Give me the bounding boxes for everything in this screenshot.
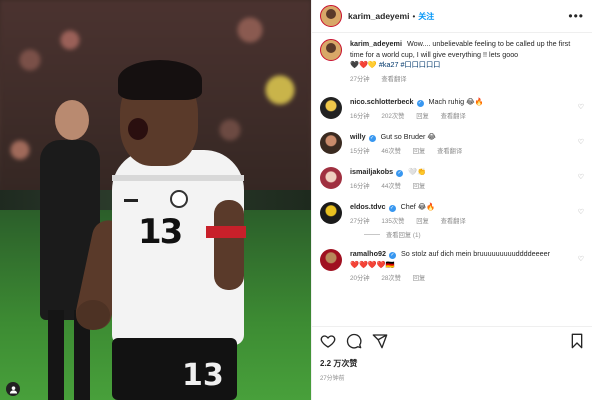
- like-heart-icon[interactable]: [320, 333, 336, 349]
- commenter-avatar[interactable]: [320, 167, 342, 189]
- comment-row: willy ✓ Gut so Bruder 😂 15分钟 46次赞 回复 查看翻译…: [320, 132, 584, 157]
- comment-username[interactable]: ramalho92: [350, 249, 386, 258]
- caption-translate[interactable]: 查看翻译: [381, 76, 406, 83]
- comment-text: Chef 😂🔥: [400, 202, 436, 211]
- reply-button[interactable]: 回复: [416, 218, 429, 225]
- reply-button[interactable]: 回复: [413, 275, 426, 282]
- post-image[interactable]: 13 13: [0, 0, 311, 400]
- author-avatar[interactable]: [320, 5, 342, 27]
- shirt-stripe: [112, 175, 244, 181]
- separator-dot: •: [412, 11, 416, 21]
- comment-likes[interactable]: 202次赞: [381, 113, 404, 120]
- caption-hashtags[interactable]: #ka27 #口口口口口: [379, 60, 441, 69]
- like-comment-heart-icon[interactable]: ♡: [578, 173, 584, 181]
- translate-button[interactable]: 查看翻译: [437, 148, 462, 155]
- adidas-logo-icon: [124, 192, 138, 202]
- comment-text: Gut so Bruder 😂: [380, 132, 436, 141]
- comment-emojis: ❤️❤️❤️❤️🇩🇪: [350, 259, 395, 269]
- like-comment-heart-icon[interactable]: ♡: [578, 255, 584, 263]
- author-username[interactable]: karim_adeyemi: [348, 11, 409, 21]
- comment-username[interactable]: eldos.tdvc: [350, 202, 386, 211]
- comment-username[interactable]: ismailjakobs: [350, 167, 393, 176]
- comment-text: Mach ruhig 😂🔥: [428, 97, 484, 106]
- follow-button[interactable]: 关注: [418, 11, 434, 22]
- verified-badge-icon: ✓: [388, 252, 396, 259]
- commenter-avatar[interactable]: [320, 249, 342, 271]
- verified-badge-icon: ✓: [388, 205, 396, 212]
- tagged-user-icon[interactable]: [6, 382, 20, 396]
- post-header: karim_adeyemi • 关注 •••: [312, 0, 592, 33]
- comment-username[interactable]: willy: [350, 132, 366, 141]
- comment-icon[interactable]: [346, 333, 362, 349]
- comment-text: So stolz auf dich mein bruuuuuuuuuddddee…: [400, 249, 551, 258]
- commenter-avatar[interactable]: [320, 97, 342, 119]
- translate-button[interactable]: 查看翻译: [441, 218, 466, 225]
- comment-username[interactable]: nico.schlotterbeck: [350, 97, 414, 106]
- reply-button[interactable]: 回复: [413, 148, 426, 155]
- verified-badge-icon: ✓: [368, 135, 376, 142]
- comment-time: 27分钟: [350, 217, 370, 225]
- player-arm: [214, 200, 244, 290]
- reply-button[interactable]: 回复: [413, 183, 426, 190]
- comment-likes[interactable]: 135次赞: [381, 218, 404, 225]
- caption: karim_adeyemi Wow.... unbelievable feeli…: [320, 39, 584, 85]
- comments-list: karim_adeyemi Wow.... unbelievable feeli…: [312, 33, 592, 324]
- like-comment-heart-icon[interactable]: ♡: [578, 138, 584, 146]
- comment-likes[interactable]: 28次赞: [381, 275, 401, 282]
- comment-time: 15分钟: [350, 147, 370, 155]
- like-comment-heart-icon[interactable]: ♡: [578, 208, 584, 216]
- post-side-panel: karim_adeyemi • 关注 ••• karim_adeyemi Wow…: [311, 0, 592, 400]
- comment-likes[interactable]: 46次赞: [381, 148, 401, 155]
- comment-row: nico.schlotterbeck ✓ Mach ruhig 😂🔥 16分钟 2…: [320, 97, 584, 122]
- player-mouth: [128, 118, 148, 140]
- likes-count[interactable]: 2.2 万次赞: [320, 358, 357, 369]
- comment-time: 16分钟: [350, 112, 370, 120]
- author-avatar[interactable]: [320, 39, 342, 61]
- comment-time: 16分钟: [350, 182, 370, 190]
- verified-badge-icon: ✓: [416, 100, 424, 107]
- commenter-avatar[interactable]: [320, 202, 342, 224]
- verified-badge-icon: ✓: [396, 170, 404, 177]
- view-replies-link[interactable]: 查看回复 (1): [364, 230, 584, 239]
- like-comment-heart-icon[interactable]: ♡: [578, 103, 584, 111]
- comment-text: 🤍👏: [408, 167, 427, 176]
- bookmark-icon[interactable]: [569, 333, 585, 349]
- commenter-avatar[interactable]: [320, 132, 342, 154]
- referee-leg: [48, 310, 64, 400]
- comment-time: 20分钟: [350, 275, 370, 282]
- comment-row: ramalho92 ✓ So stolz auf dich mein bruuuu…: [320, 249, 584, 285]
- caption-time: 27分钟: [350, 75, 370, 83]
- comment-likes[interactable]: 44次赞: [381, 183, 401, 190]
- comment-row: ismailjakobs ✓ 🤍👏 16分钟 44次赞 回复 ♡: [320, 167, 584, 192]
- player-hair: [118, 60, 202, 100]
- shirt-number: 13: [138, 212, 183, 252]
- caption-emojis: 🖤❤️💛: [350, 60, 377, 69]
- caption-username[interactable]: karim_adeyemi: [350, 39, 402, 48]
- shorts-number: 13: [182, 358, 224, 393]
- reply-button[interactable]: 回复: [416, 113, 429, 120]
- comment-row: eldos.tdvc ✓ Chef 😂🔥 27分钟 135次赞 回复 查看翻译 ♡: [320, 202, 584, 227]
- player-fist: [76, 300, 110, 330]
- post-timestamp: 27分钟前: [320, 376, 345, 382]
- post-actions-bar: [312, 326, 592, 354]
- share-icon[interactable]: [372, 333, 388, 349]
- dfb-badge-icon: [170, 190, 188, 208]
- more-options-icon[interactable]: •••: [568, 9, 584, 23]
- referee-head: [55, 100, 89, 140]
- captain-armband: [206, 226, 246, 238]
- translate-button[interactable]: 查看翻译: [441, 113, 466, 120]
